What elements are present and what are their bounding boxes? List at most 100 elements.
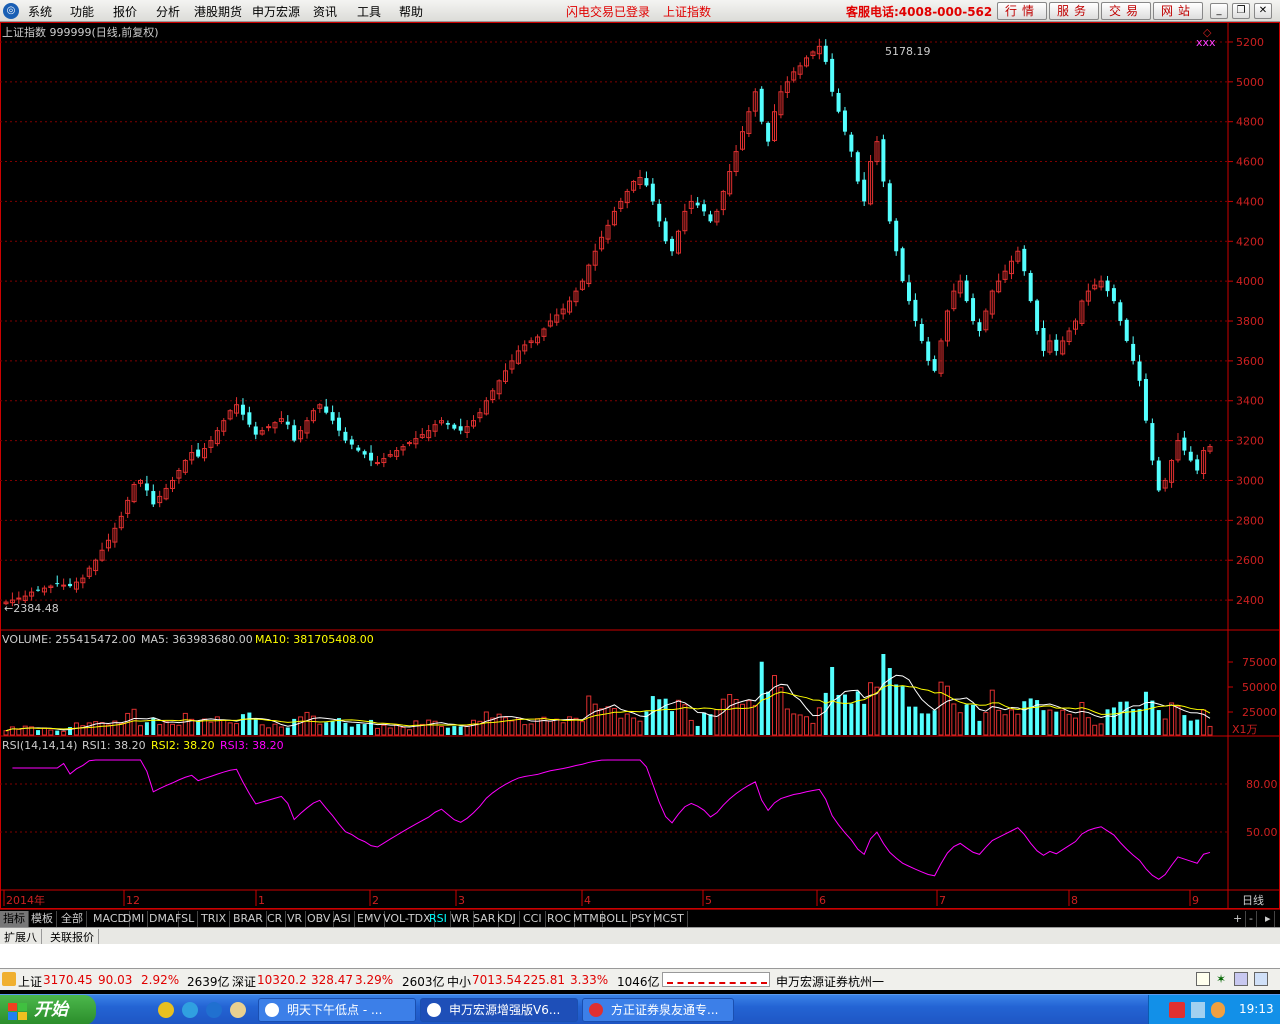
volume-bar (176, 724, 182, 736)
quote-button[interactable]: 行情 (997, 2, 1047, 20)
window-icon[interactable] (1254, 972, 1268, 986)
menu-help[interactable]: 帮助 (399, 3, 423, 20)
menu-analysis[interactable]: 分析 (156, 3, 180, 20)
candle-body-down (292, 425, 297, 441)
lock-icon[interactable] (1234, 972, 1248, 986)
volume-ma10-label: MA10: 381705408.00 (255, 633, 374, 646)
website-button[interactable]: 网站 (1153, 2, 1203, 20)
start-label: 开始 (34, 1000, 68, 1020)
quicklaunch-app-icon[interactable] (158, 1002, 174, 1018)
candle-body-down (919, 324, 924, 341)
price-tick-label: 4600 (1236, 156, 1264, 169)
tab-vr[interactable]: VR (284, 911, 307, 927)
tray-app-icon[interactable] (1211, 1002, 1225, 1018)
current-symbol: 上证指数 (663, 5, 712, 19)
close-icon[interactable]: ✕ (1254, 3, 1272, 19)
volume-bar (1002, 714, 1008, 736)
tab-boll[interactable]: BOLL (596, 911, 632, 927)
tab-related-quote[interactable]: 关联报价 (46, 929, 99, 945)
quicklaunch-ie-icon[interactable] (206, 1002, 222, 1018)
candle-body-down (900, 248, 905, 282)
candle-body-down (356, 447, 361, 451)
volume-bar (560, 722, 566, 736)
volume-bar (579, 721, 585, 736)
trade-button[interactable]: 交易 (1101, 2, 1151, 20)
volume-bar (862, 703, 867, 735)
zoom-out-button[interactable]: - (1246, 911, 1257, 927)
volume-bar (1150, 700, 1155, 735)
swhy-app-icon (427, 1003, 441, 1017)
sz-value: 10320.2 (257, 973, 307, 987)
quicklaunch-browser-icon[interactable] (182, 1002, 198, 1018)
volume-bar (189, 718, 195, 736)
start-button[interactable]: 开始 (0, 995, 96, 1024)
signal-icon[interactable]: ✶ (1216, 972, 1226, 986)
volume-bar (702, 712, 707, 735)
volume-tick-label: 75000 (1242, 656, 1277, 669)
candle-body-down (445, 423, 450, 425)
volume-bar (1092, 724, 1098, 736)
restore-icon[interactable]: ❐ (1232, 3, 1250, 19)
volume-bar (868, 682, 874, 736)
index-status-bar: 上证 3170.45 90.03 2.92% 2639亿 深证 10320.2 … (0, 968, 1280, 990)
volume-bar (16, 728, 22, 736)
tab-cn-0[interactable]: 指标 (0, 911, 29, 927)
notes-icon[interactable] (1196, 972, 1210, 986)
volume-bar (9, 726, 15, 736)
task-swhy[interactable]: 申万宏源增强版V6... (420, 998, 578, 1022)
scroll-right-icon[interactable]: ▸ (1262, 911, 1275, 927)
ime-icon[interactable] (1169, 1002, 1185, 1018)
volume-bar (797, 714, 803, 736)
candle-body-down (349, 439, 354, 445)
tab-asi[interactable]: ASI (330, 911, 355, 927)
volume-bar (637, 720, 643, 736)
candle-body-down (862, 179, 867, 202)
volume-bar (1015, 713, 1021, 736)
volume-bar (1162, 718, 1168, 736)
zx-name: 中小 (447, 975, 472, 989)
volume-bar (445, 727, 450, 735)
service-button[interactable]: 服务 (1049, 2, 1099, 20)
volume-bar (1041, 710, 1046, 735)
tab-cn-1[interactable]: 模板 (28, 911, 57, 927)
tab-cr[interactable]: CR (264, 911, 287, 927)
menu-quote[interactable]: 报价 (113, 3, 137, 20)
minimize-icon[interactable]: _ (1210, 3, 1228, 19)
candle-body-down (324, 406, 329, 413)
volume-tick-label: 50000 (1242, 681, 1277, 694)
tab-mcst[interactable]: MCST (650, 911, 688, 927)
tab-trix[interactable]: TRIX (198, 911, 231, 927)
task-fangzheng[interactable]: 方正证券泉友通专... (582, 998, 734, 1022)
tab-dmi[interactable]: DMI (120, 911, 149, 927)
tab-brar[interactable]: BRAR (230, 911, 267, 927)
tab-extend-eight[interactable]: 扩展八 (0, 929, 42, 945)
tab-cn-2[interactable]: 全部 (58, 911, 87, 927)
candle-body-down (1195, 459, 1200, 471)
candle-body-down (1054, 339, 1059, 351)
volume-label: VOLUME: 255415472.00 (2, 633, 136, 646)
volume-bar (182, 712, 188, 736)
volume-bar (624, 713, 630, 736)
menu-swhy[interactable]: 申万宏源 (252, 3, 300, 20)
tab-fsl[interactable]: FSL (172, 911, 199, 927)
candle-body-down (657, 203, 662, 222)
menu-hk-futures[interactable]: 港股期货 (194, 3, 242, 20)
candle-body-down (330, 412, 335, 421)
menu-news[interactable]: 资讯 (313, 3, 337, 20)
tab-cci[interactable]: CCI (520, 911, 546, 927)
rsi3-label: RSI3: 38.20 (220, 739, 284, 752)
volume-icon[interactable] (1191, 1002, 1205, 1018)
tab-kdj[interactable]: KDJ (494, 911, 520, 927)
volume-bar (438, 726, 444, 736)
zx-change: 225.81 (523, 973, 565, 987)
quicklaunch-desktop-icon[interactable] (230, 1002, 246, 1018)
stock-chart[interactable]: 2400 2600 2800 3000 3200 3400 3600 3800 4000 4200… (0, 22, 1280, 909)
task-browser[interactable]: 明天下午低点 - ... (258, 998, 416, 1022)
system-tray: 19:13 (1148, 995, 1280, 1024)
volume-bar (247, 712, 252, 735)
menu-system[interactable]: 系统 (28, 3, 52, 20)
zoom-in-button[interactable]: + (1230, 911, 1247, 927)
menu-tools[interactable]: 工具 (357, 3, 381, 20)
sz-name: 深证 (232, 975, 257, 989)
menu-function[interactable]: 功能 (70, 3, 94, 20)
